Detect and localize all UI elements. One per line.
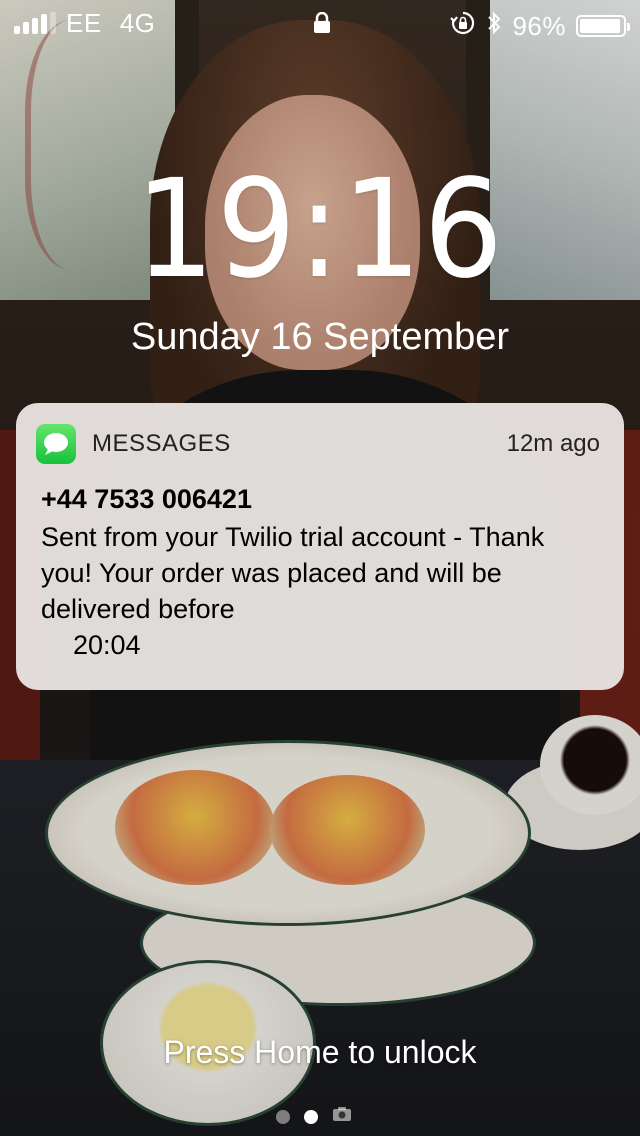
bluetooth-icon xyxy=(486,10,502,41)
messages-icon xyxy=(36,424,76,464)
carrier-name: EE xyxy=(66,8,102,38)
notification-body: +44 7533 006421 Sent from your Twilio tr… xyxy=(41,481,600,663)
notification-app-name: MESSAGES xyxy=(92,430,231,457)
page-indicator[interactable] xyxy=(276,1106,352,1127)
network-type: 4G xyxy=(119,8,156,38)
battery-icon xyxy=(576,14,630,37)
press-home-to-unlock-hint: Press Home to unlock xyxy=(163,1034,477,1070)
lock-icon xyxy=(313,11,331,39)
status-bar: EE 4G 96% xyxy=(0,0,640,46)
camera-icon[interactable] xyxy=(332,1106,352,1127)
battery-percent: 96% xyxy=(512,10,566,41)
page-dot-active xyxy=(304,1109,318,1124)
signal-icon xyxy=(14,12,56,34)
orientation-lock-icon xyxy=(450,10,476,41)
lock-screen-time: 19:16 xyxy=(135,151,505,309)
notification-time: 12m ago xyxy=(506,430,600,457)
notification-message: Sent from your Twilio trial account - Th… xyxy=(41,522,545,624)
notification-sender: +44 7533 006421 xyxy=(41,484,252,514)
lock-screen-date: Sunday 16 September xyxy=(130,316,510,358)
messages-notification[interactable]: MESSAGES 12m ago +44 7533 006421 Sent fr… xyxy=(16,403,624,690)
notification-message-time: 20:04 xyxy=(73,630,141,660)
page-dot xyxy=(276,1109,290,1124)
notification-header: MESSAGES 12m ago xyxy=(36,423,600,465)
